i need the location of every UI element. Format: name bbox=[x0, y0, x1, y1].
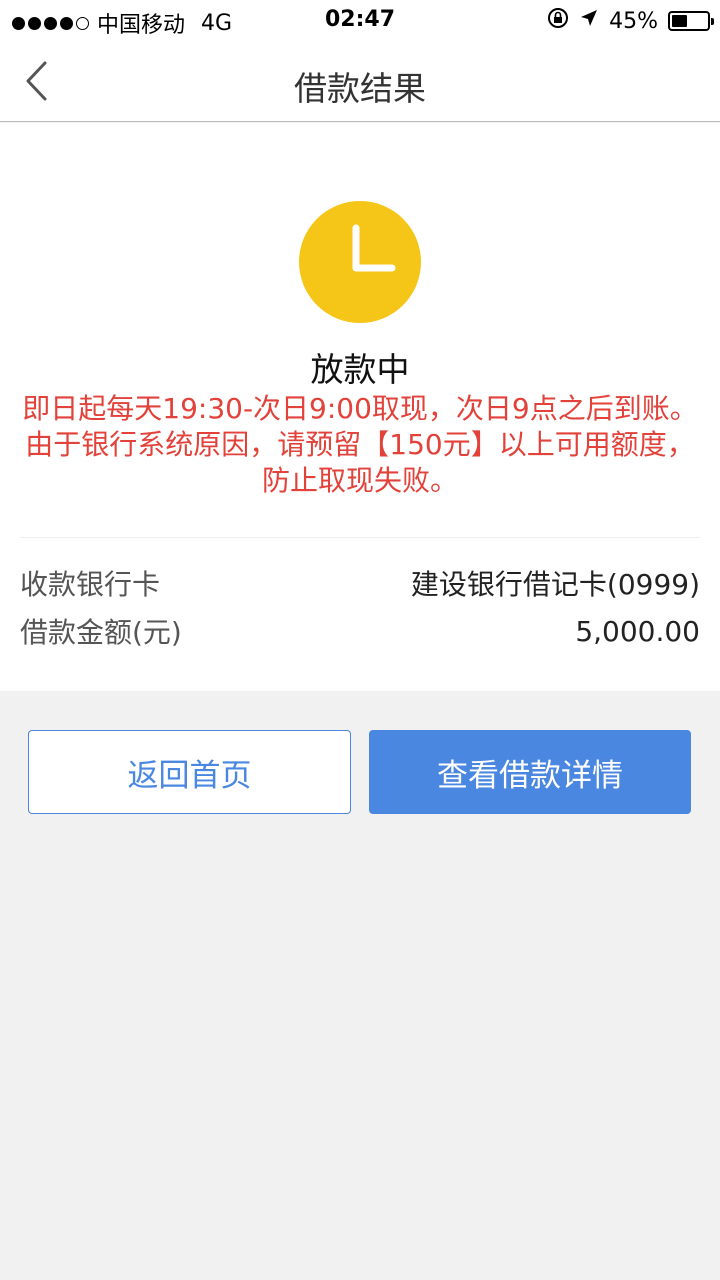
status-bar: 中国移动 4G 02:47 45% bbox=[0, 0, 720, 40]
clock-icon bbox=[298, 200, 422, 324]
return-home-button[interactable]: 返回首页 bbox=[28, 730, 351, 814]
loan-amount-value: 5,000.00 bbox=[575, 614, 700, 648]
divider bbox=[20, 537, 700, 538]
page-title: 借款结果 bbox=[294, 69, 426, 108]
loan-amount-row: 借款金额(元) 5,000.00 bbox=[20, 611, 700, 651]
battery-icon bbox=[668, 11, 714, 31]
view-loan-details-button[interactable]: 查看借款详情 bbox=[369, 730, 691, 814]
bank-card-row: 收款银行卡 建设银行借记卡(0999) bbox=[20, 563, 700, 603]
bank-card-value: 建设银行借记卡(0999) bbox=[410, 568, 700, 601]
loan-amount-label: 借款金额(元) bbox=[20, 616, 182, 649]
result-panel: 放款中 即日起每天19:30-次日9:00取现，次日9点之后到账。由于银行系统原… bbox=[0, 123, 720, 691]
battery-percent: 45% bbox=[609, 8, 658, 34]
withdrawal-notice: 即日起每天19:30-次日9:00取现，次日9点之后到账。由于银行系统原因，请预… bbox=[22, 392, 698, 497]
bank-card-label: 收款银行卡 bbox=[20, 568, 161, 601]
orientation-lock-icon bbox=[547, 7, 569, 35]
status-right: 45% bbox=[547, 7, 714, 35]
loan-status: 放款中 bbox=[310, 350, 410, 389]
nav-bar: 借款结果 bbox=[0, 40, 720, 122]
location-arrow-icon bbox=[579, 8, 599, 34]
